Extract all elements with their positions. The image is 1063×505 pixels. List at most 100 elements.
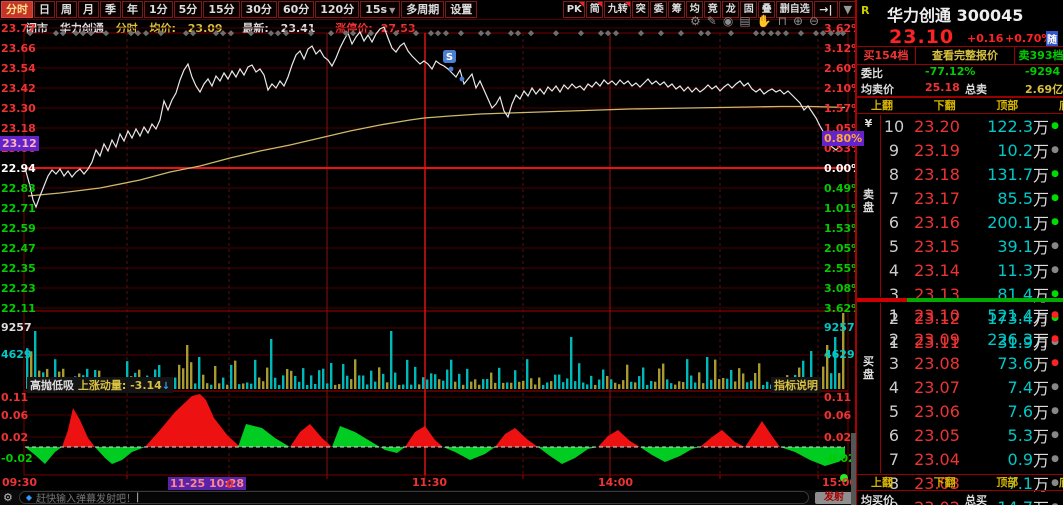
nav-上翻[interactable]: 上翻 [871,475,893,490]
order-row[interactable]: 4 23.07 7.4 万 ● [881,375,1063,399]
weibi-label: 委比 [861,67,883,80]
axis-tick: 14:00 [598,476,634,489]
trade-dot: ● [1051,334,1059,344]
nav-上翻[interactable]: 上翻 [871,98,893,113]
buy-spine: 买盘 [857,303,881,473]
order-book-panel: R 华力创通 300045 23.10 +0.16 +0.70% 随 买154档… [857,0,1063,505]
axis-tick: 11:30 [412,476,448,489]
order-row[interactable]: 6 23.16 200.1 万 ● [881,210,1063,234]
axis-tick: 4629 [1,348,32,361]
axis-tick: 22.23 [1,282,36,295]
buy-ratio-segment [857,298,908,302]
danmaku-placeholder: 赶快输入弹幕发射吧！ [36,494,137,505]
nav-下翻[interactable]: 下翻 [934,475,956,490]
order-row[interactable]: 1 23.10 521.4 万 ● [881,303,1063,327]
axis-tick: 23.42 [1,82,36,95]
axis-tick: 0.06 [1,409,29,422]
trade-dot: ● [1051,145,1059,155]
buy-sell-ratio-bar [857,298,1063,302]
sell-side-label: 卖盘 [863,188,874,214]
axis-tick: 0.00% [824,162,863,175]
axis-tick: 1.57% [824,102,863,115]
panel-price-row: 23.10 +0.16 +0.70% 随 [857,26,1063,48]
order-row[interactable]: 5 23.06 7.6 万 ● [881,399,1063,423]
axis-tick: 1.01% [824,202,863,215]
stock-app-window: 分时日周月季年 1分 5分 15分 30分 60分 120分 15s ▼ 多周期 设置 PK 简九… [0,0,1063,505]
trade-dot: ● [1051,193,1059,203]
axis-tick: 23.66 [1,42,36,55]
axis-tick: 4629 [824,348,855,361]
weibi-row: 委比 -77.12% -9294 [857,65,1063,80]
scrollbar-thumb[interactable] [851,433,856,505]
order-row[interactable]: 6 23.05 5.3 万 ● [881,423,1063,447]
axis-tick: 22.35 [1,262,36,275]
momentum-readout: 上涨动量: -3.14 [77,379,162,392]
indicator-help-link[interactable]: 指标说明 [771,377,821,393]
axis-tick: 2.55% [824,262,863,275]
quote-tabs: 买154档 查看完整报价 卖393档 [857,46,1063,65]
axis-tick: 0.11 [1,391,29,404]
trade-dot: ● [1051,217,1059,227]
axis-tick: 2.10% [824,82,863,95]
order-row[interactable]: 2 23.09 226.3 万 ● [881,327,1063,351]
order-row[interactable]: 3 23.08 73.6 万 ● [881,351,1063,375]
follow-badge[interactable]: 随 [1046,31,1058,46]
axis-tick: 22.71 [1,202,36,215]
settings-gear-icon[interactable]: ⚙ [3,491,13,504]
axis-tick: 22.11 [1,302,36,315]
total-sell-label: 总卖 [965,83,987,96]
axis-tick: 23.30 [1,102,36,115]
trade-dot: ● [1051,121,1059,131]
nav-顶部[interactable]: 顶部 [996,98,1018,113]
axis-tick: 0.11 [824,391,852,404]
nav-底部[interactable]: 底部 [1059,98,1063,113]
danmaku-icon: ◆ [25,493,33,502]
close-price-badge-left: 23.12 [0,136,39,151]
axis-tick: 23.18 [1,122,36,135]
nav-底部[interactable]: 底部 [1059,475,1063,490]
axis-tick: 09:30 [2,476,38,489]
book-nav-bottom: 上翻 下翻 顶部 底部 [857,474,1063,491]
order-row[interactable]: 7 23.17 85.5 万 ● [881,186,1063,210]
order-row[interactable]: 7 23.04 0.9 万 ● [881,447,1063,471]
order-row[interactable]: 5 23.15 39.1 万 ● [881,234,1063,258]
sell-order-rows: 10 23.20 122.3 万 ● 9 23.19 10.2 万 ● 8 23.18 131.7 万 ● 7… [881,114,1063,354]
trade-dot: ● [1051,430,1059,440]
axis-tick: 22.83 [1,182,36,195]
axis-tick: 2.05% [824,242,863,255]
axis-tick: 3.62% [824,302,863,315]
trade-dot: ● [1051,382,1059,392]
axis-tick: 22.47 [1,242,36,255]
book-nav-top: 上翻 下翻 顶部 底部 [857,97,1063,114]
axis-tick: 0.49% [824,182,863,195]
order-row[interactable]: 9 23.19 10.2 万 ● [881,138,1063,162]
avg-sell-row: 均卖价 25.18 总卖 2.69亿 [857,81,1063,97]
current-price: 23.10 [889,26,955,48]
tab-buy-levels[interactable]: 买154档 [857,47,916,64]
tab-full-quote[interactable]: 查看完整报价 [916,47,1015,64]
trade-dot: ● [1051,310,1059,320]
danmaku-input[interactable]: ◆ 赶快输入弹幕发射吧！ | [18,491,809,505]
r-badge: R [861,4,870,17]
send-danmaku-button[interactable]: 发射 [815,491,853,504]
trade-dot: ● [1051,358,1059,368]
close-price-badge-right: 0.80% [822,131,864,146]
nav-顶部[interactable]: 顶部 [996,475,1018,490]
axis-tick: 0.02 [1,431,29,444]
axis-tick: 1.53% [824,222,863,235]
order-row[interactable]: 8 23.18 131.7 万 ● [881,162,1063,186]
tab-sell-levels[interactable]: 卖393档 [1015,47,1063,64]
nav-下翻[interactable]: 下翻 [934,98,956,113]
buy-side-label: 买盘 [863,355,874,381]
order-row[interactable]: 10 23.20 122.3 万 ● [881,114,1063,138]
axis-tick: -0.02 [1,452,33,465]
trade-dot: ● [1051,241,1059,251]
axis-tick: 3.62% [824,22,863,35]
timeshare-chart[interactable]: S [0,0,857,505]
status-bar: ⚙ ◆ 赶快输入弹幕发射吧！ | 发射 [0,490,857,505]
avg-buy-label: 均买价 [861,494,894,505]
axis-tick: 22.59 [1,222,36,235]
weibi-value: -77.12% [925,65,976,78]
trade-dot: ● [1051,454,1059,464]
order-row[interactable]: 4 23.14 11.3 万 ● [881,258,1063,282]
